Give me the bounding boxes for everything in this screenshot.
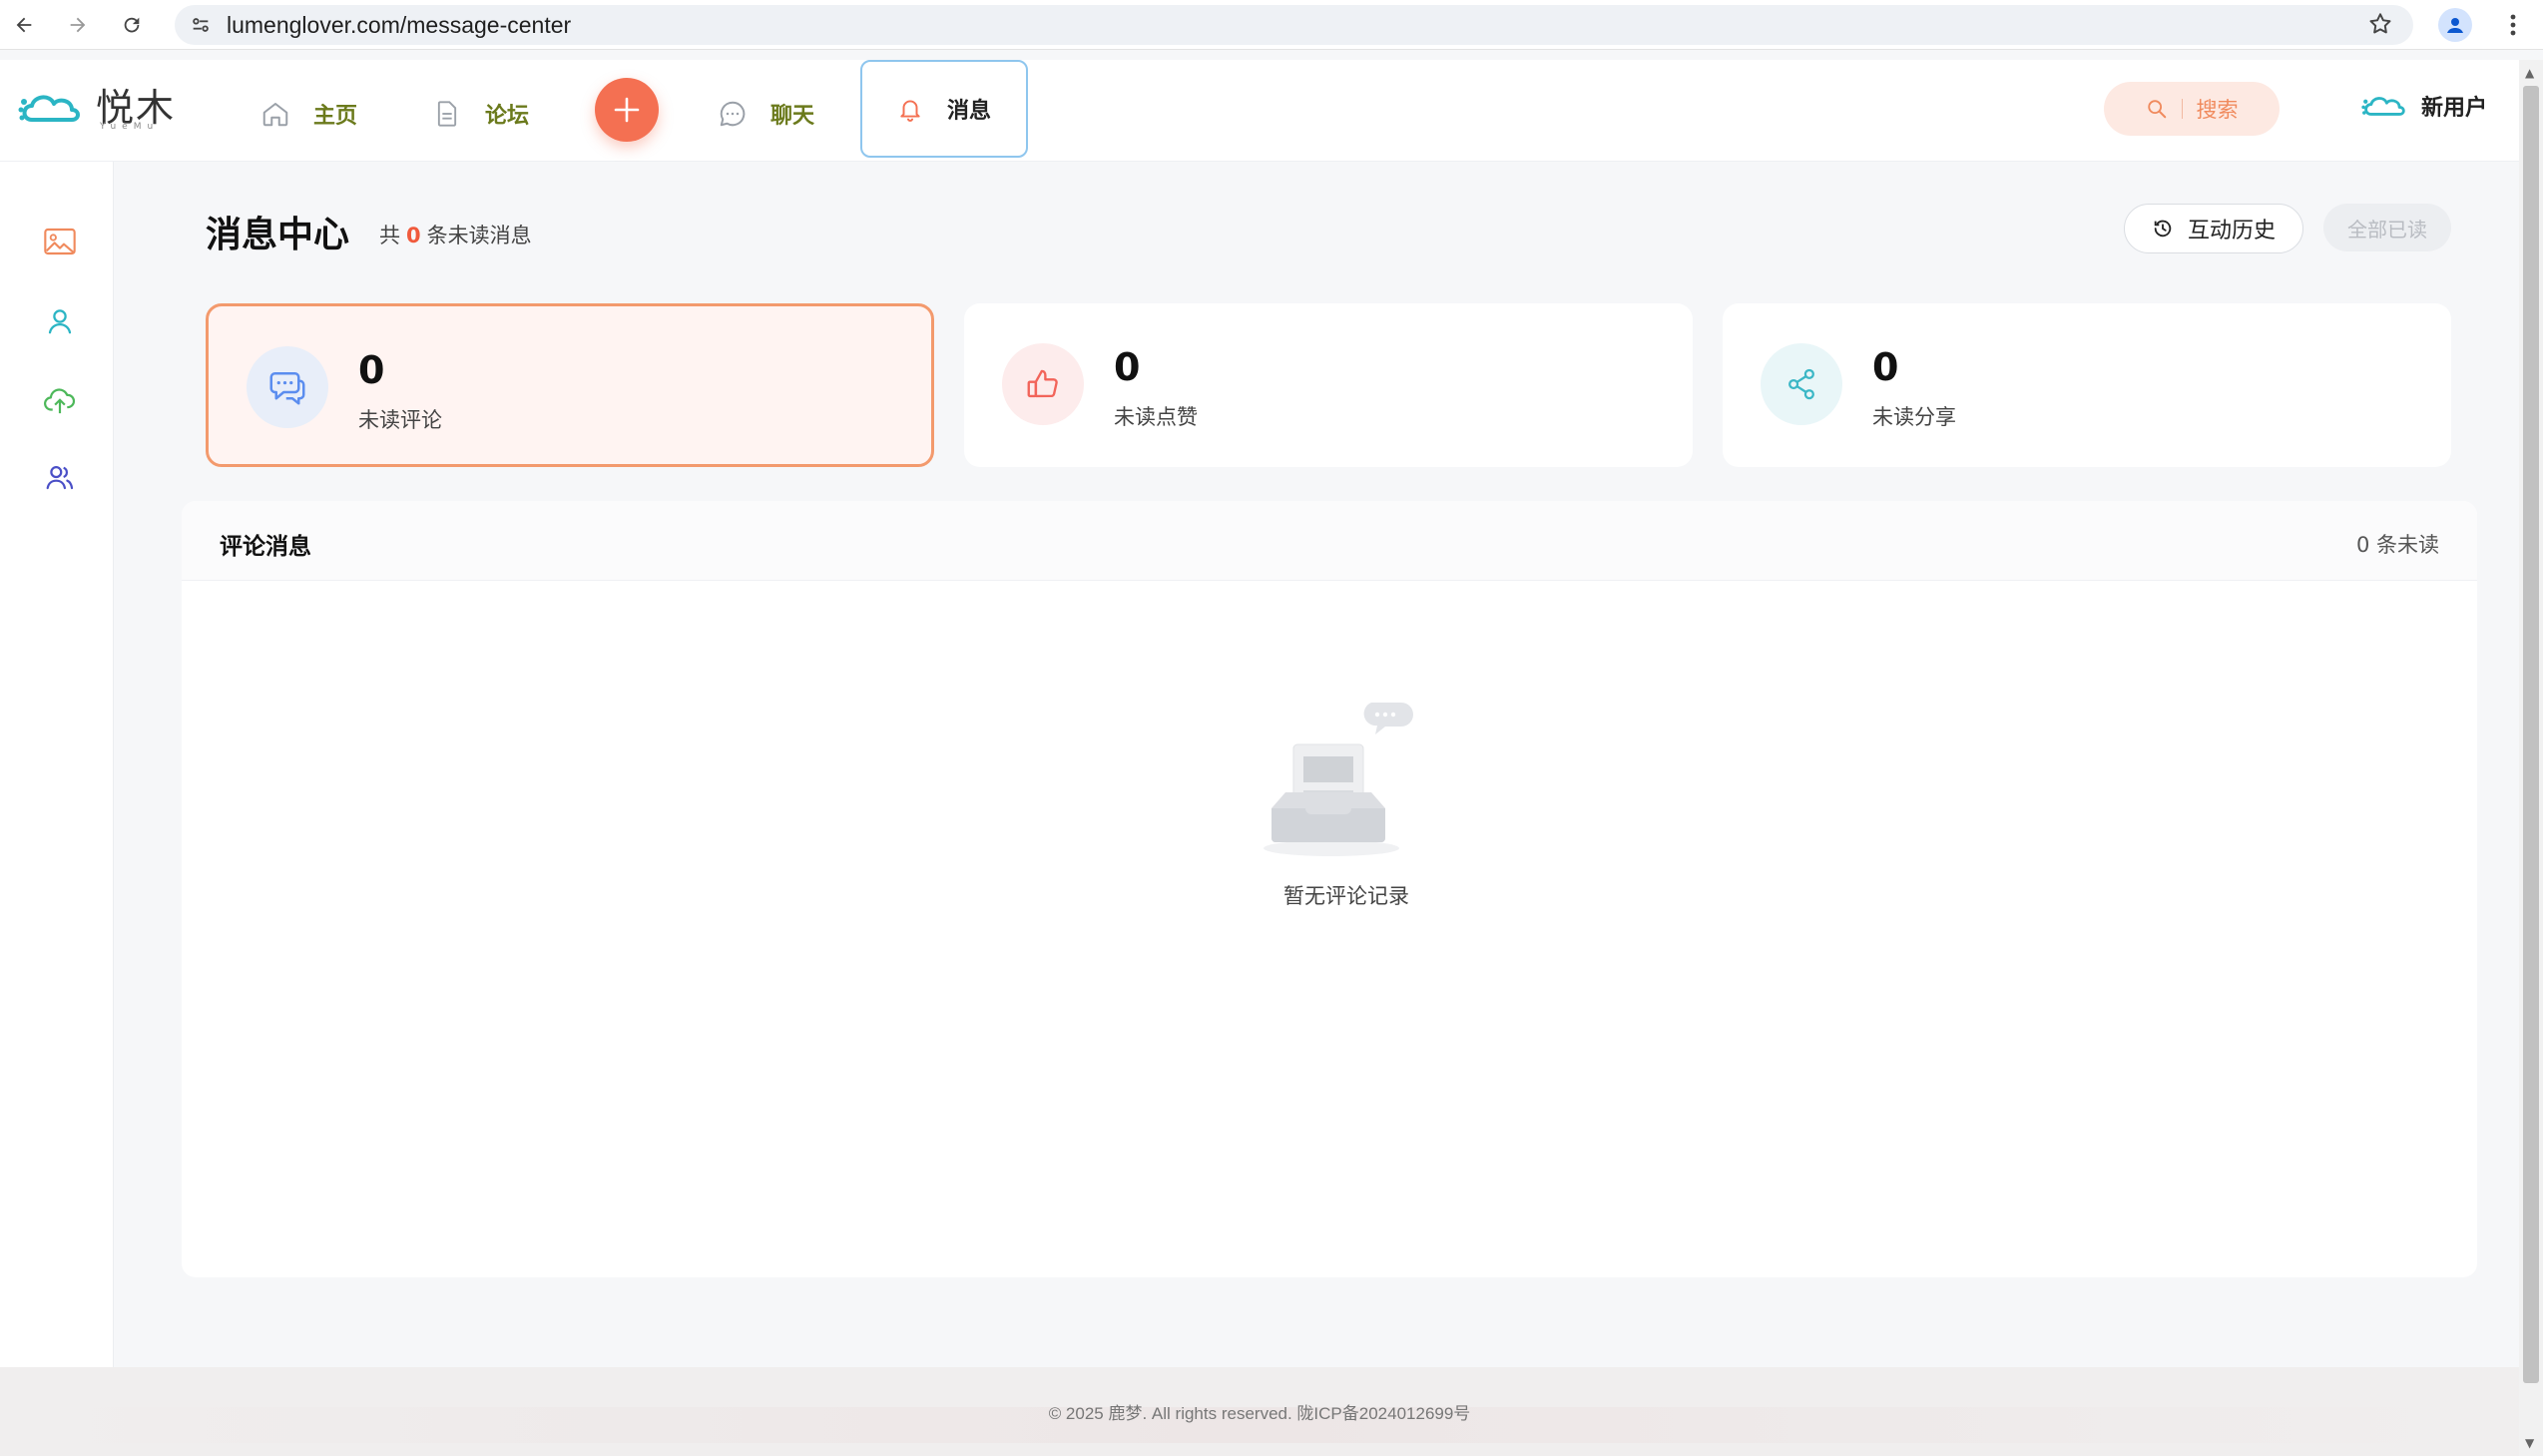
user-name: 新用户 — [2421, 96, 2488, 121]
forward-icon[interactable] — [62, 9, 94, 41]
search-button[interactable]: 搜索 — [2104, 82, 2280, 136]
nav-chat[interactable]: 聊天 — [717, 90, 814, 138]
unread-summary-prefix: 共 — [379, 224, 400, 247]
logo-cloud-icon — [18, 95, 80, 122]
panel-unread-count: 0 条未读 — [2355, 533, 2439, 557]
unread-likes-label: 未读点赞 — [1114, 405, 1198, 429]
browser-toolbar: lumenglover.com/message-center — [0, 0, 2543, 50]
unread-comments-label: 未读评论 — [358, 408, 442, 432]
sidebar-gallery-icon[interactable] — [42, 224, 78, 259]
history-clock-icon — [2152, 218, 2174, 240]
unread-shares-label: 未读分享 — [1872, 405, 1956, 429]
url-text[interactable]: lumenglover.com/message-center — [227, 12, 571, 39]
page-scrollbar[interactable]: ▲ ▼ — [2519, 60, 2543, 1456]
panel-header: 评论消息 0 条未读 — [182, 501, 2477, 581]
unread-summary-suffix: 条未读消息 — [426, 224, 532, 247]
comment-icon — [247, 346, 328, 428]
reload-icon[interactable] — [116, 9, 148, 41]
scroll-up-arrow-icon[interactable]: ▲ — [2525, 66, 2534, 80]
home-icon — [259, 98, 291, 130]
stat-card-likes[interactable]: 0 未读点赞 — [964, 303, 1693, 467]
interaction-history-label: 互动历史 — [2187, 219, 2276, 243]
search-icon — [2147, 100, 2166, 119]
unread-comments-count: 0 — [358, 348, 385, 392]
create-post-button[interactable] — [595, 78, 659, 142]
left-sidebar — [0, 162, 114, 1367]
sidebar-user-icon[interactable] — [42, 303, 78, 339]
thumbs-up-icon — [1002, 343, 1084, 425]
back-icon[interactable] — [8, 9, 40, 41]
bookmark-star-icon[interactable] — [2367, 11, 2393, 41]
interaction-history-button[interactable]: 互动历史 — [2124, 204, 2303, 253]
sidebar-friends-icon[interactable] — [42, 459, 78, 495]
browser-menu-icon[interactable] — [2500, 8, 2526, 42]
profile-avatar-icon[interactable] — [2438, 8, 2472, 42]
address-bar[interactable]: lumenglover.com/message-center — [175, 5, 2413, 45]
logo-subtext: YueMu — [100, 122, 160, 132]
mark-all-read-button[interactable]: 全部已读 — [2323, 204, 2451, 251]
app-header: 悦木 YueMu 主页 论坛 聊天 消息 搜索 新用户 — [0, 60, 2519, 162]
comment-messages-panel: 评论消息 0 条未读 暂无评论记录 — [182, 501, 2477, 1277]
nav-messages-label: 消息 — [946, 99, 991, 124]
plus-icon — [614, 97, 640, 123]
nav-home-label: 主页 — [313, 104, 358, 129]
user-menu[interactable]: 新用户 — [2361, 90, 2487, 122]
scroll-down-arrow-icon[interactable]: ▼ — [2525, 1436, 2534, 1450]
user-avatar-icon — [2361, 91, 2409, 121]
scrollbar-thumb[interactable] — [2523, 86, 2539, 1383]
unread-total: 0 — [406, 224, 421, 247]
stat-card-shares[interactable]: 0 未读分享 — [1723, 303, 2451, 467]
nav-forum[interactable]: 论坛 — [431, 90, 529, 138]
unread-likes-count: 0 — [1114, 345, 1141, 389]
empty-state: 暂无评论记录 — [1262, 701, 1431, 910]
unread-shares-count: 0 — [1872, 345, 1899, 389]
panel-title: 评论消息 — [220, 534, 311, 560]
site-settings-icon[interactable] — [187, 11, 215, 39]
search-label: 搜索 — [2196, 98, 2239, 122]
nav-home[interactable]: 主页 — [259, 90, 357, 138]
sidebar-upload-icon[interactable] — [42, 383, 78, 419]
empty-state-text: 暂无评论记录 — [1283, 884, 1409, 908]
document-icon — [431, 98, 463, 130]
empty-inbox-illustration-icon — [1264, 703, 1413, 856]
footer-copyright: © 2025 鹿梦. All rights reserved. 陇ICP备202… — [1048, 1404, 1471, 1423]
nav-forum-label: 论坛 — [485, 104, 530, 129]
unread-summary: 共 0 条未读消息 — [379, 220, 532, 249]
search-divider — [2181, 99, 2183, 119]
bell-icon — [897, 94, 923, 124]
share-icon — [1761, 343, 1842, 425]
chat-bubble-icon — [717, 98, 749, 130]
stat-card-comments[interactable]: 0 未读评论 — [206, 303, 934, 467]
main-content: 消息中心 共 0 条未读消息 互动历史 全部已读 0 未读评论 0 未读点赞 0 未… — [138, 162, 2519, 1367]
nav-messages[interactable]: 消息 — [860, 60, 1028, 158]
nav-chat-label: 聊天 — [770, 104, 815, 129]
page-title: 消息中心 — [206, 215, 350, 255]
page-footer: © 2025 鹿梦. All rights reserved. 陇ICP备202… — [0, 1367, 2519, 1456]
